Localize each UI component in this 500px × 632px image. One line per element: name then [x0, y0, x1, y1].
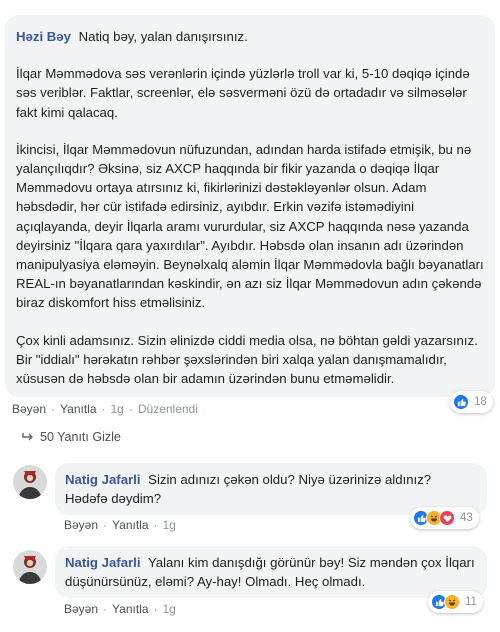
reaction-count: 18	[474, 396, 487, 408]
avatar[interactable]	[13, 465, 47, 499]
reaction-summary[interactable]: 11	[428, 591, 483, 613]
edited-label[interactable]: Düzenlendi	[138, 402, 198, 416]
reply-button[interactable]: Yanıtla	[112, 518, 148, 532]
comment-paragraph: İlqar Məmmədova səs verənlərin içində yü…	[16, 66, 470, 120]
like-button[interactable]: Bəyən	[64, 602, 98, 616]
reply-button[interactable]: Yanıtla	[60, 402, 96, 416]
comment-paragraph: İkincisi, İlqar Məmmədovun nüfuzundan, a…	[16, 141, 484, 311]
comment-actions: Bəyən · Yanıtla · 1g · Düzenlendi	[12, 402, 198, 416]
love-reaction-icon	[439, 510, 455, 526]
reply-actions: Bəyən · Yanıtla · 1g	[64, 602, 176, 616]
hide-replies-label: 50 Yanıtı Gizle	[40, 430, 121, 444]
reply-author[interactable]: Natig Jafarli	[65, 472, 141, 487]
reply-time[interactable]: 1g	[163, 518, 176, 532]
reply-time[interactable]: 1g	[163, 602, 176, 616]
haha-reaction-icon	[444, 594, 460, 610]
reaction-summary[interactable]: 18	[450, 391, 493, 413]
reaction-summary[interactable]: 43	[410, 507, 479, 529]
hide-replies-toggle[interactable]: 50 Yanıtı Gizle	[22, 430, 121, 444]
comment-first-line: Natiq bəy, yalan danışırsınız.	[78, 29, 248, 44]
like-button[interactable]: Bəyən	[64, 518, 98, 532]
reaction-count: 11	[465, 596, 477, 608]
comment-time[interactable]: 1g	[111, 402, 124, 416]
reply-arrow-icon	[22, 433, 33, 441]
like-reaction-icon	[453, 394, 469, 410]
reply-author[interactable]: Natig Jafarli	[65, 555, 141, 570]
comment-paragraph: Çox kinli adamsınız. Sizin əlinizdə cidd…	[16, 332, 478, 387]
main-comment: Həzi Bəy Natiq bəy, yalan danışırsınız. …	[0, 0, 500, 398]
comment-author[interactable]: Həzi Bəy	[16, 29, 71, 44]
comment-bubble: Həzi Bəy Natiq bəy, yalan danışırsınız. …	[5, 15, 495, 397]
reply-actions: Bəyən · Yanıtla · 1g	[64, 518, 176, 532]
reply-button[interactable]: Yanıtla	[112, 602, 148, 616]
reaction-count: 43	[460, 512, 473, 524]
like-button[interactable]: Bəyən	[12, 402, 46, 416]
avatar[interactable]	[13, 550, 47, 584]
reply-bubble: Natig Jafarli Yalanı kim danışdığı görün…	[55, 546, 487, 598]
